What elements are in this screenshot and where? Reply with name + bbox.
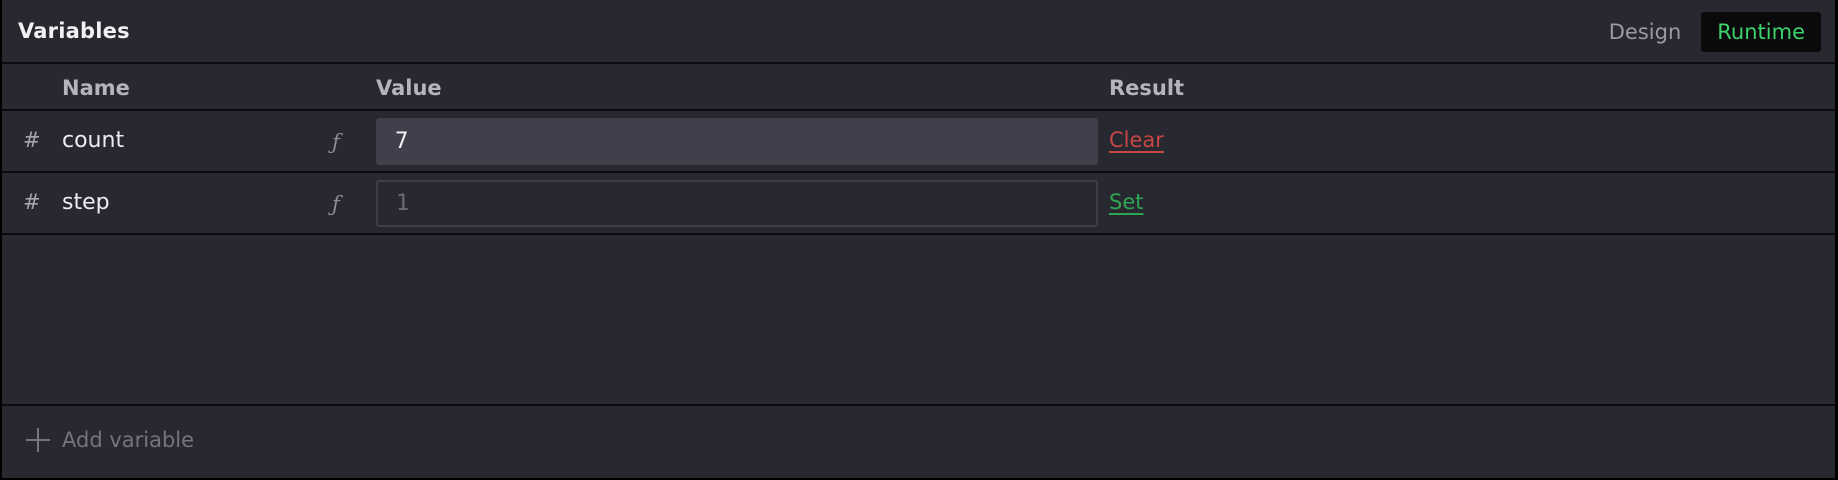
variable-name: step — [62, 190, 110, 215]
set-link[interactable]: Set — [1109, 190, 1143, 214]
column-header-row: Name Value Result — [2, 64, 1835, 111]
add-variable-label: Add variable — [62, 428, 195, 452]
column-header-value: Value — [376, 76, 442, 100]
variable-value-input[interactable] — [376, 180, 1098, 227]
column-header-result: Result — [1109, 76, 1185, 100]
column-header-name: Name — [62, 76, 130, 100]
design-mode-button[interactable]: Design — [1593, 12, 1698, 52]
number-type-icon: # — [23, 190, 41, 214]
add-variable-button[interactable]: Add variable — [26, 428, 194, 452]
function-icon[interactable]: ƒ — [332, 130, 340, 154]
variable-row-step: # step ƒ Set — [2, 173, 1835, 235]
variables-panel: Variables Design Runtime Name Value Resu… — [2, 0, 1835, 478]
clear-link[interactable]: Clear — [1109, 128, 1164, 152]
panel-title: Variables — [18, 19, 130, 43]
variable-value-input[interactable] — [376, 118, 1098, 165]
number-type-icon: # — [23, 128, 41, 152]
variable-name: count — [62, 128, 125, 153]
runtime-mode-button[interactable]: Runtime — [1701, 12, 1821, 52]
plus-icon — [26, 428, 50, 452]
panel-header: Variables Design Runtime — [2, 0, 1835, 64]
mode-toggle: Design Runtime — [1593, 12, 1821, 52]
function-icon[interactable]: ƒ — [332, 192, 340, 216]
variable-row-count: # count ƒ Clear — [2, 111, 1835, 173]
panel-footer: Add variable — [2, 404, 1835, 478]
